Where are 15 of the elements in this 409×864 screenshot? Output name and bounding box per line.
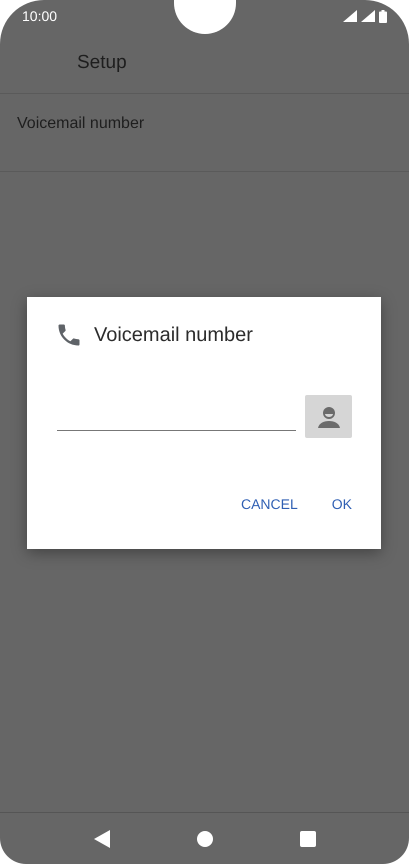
person-icon <box>316 404 340 428</box>
battery-icon <box>379 10 387 22</box>
settings-item-label: Voicemail number <box>17 115 144 132</box>
back-icon[interactable] <box>94 830 110 848</box>
signal-icon <box>361 10 375 22</box>
contacts-button[interactable] <box>305 395 352 438</box>
signal-icon <box>343 10 357 22</box>
home-icon[interactable] <box>196 830 212 846</box>
recents-icon[interactable] <box>300 830 316 846</box>
dialog-button[interactable]: CANCEL <box>230 488 308 520</box>
screen-title: Setup <box>77 52 127 74</box>
status-time: 10:00 <box>22 8 58 24</box>
dialog-button[interactable]: OK <box>322 488 362 520</box>
camera-notch <box>174 0 236 34</box>
dialog-title: Voicemail number <box>94 324 253 346</box>
